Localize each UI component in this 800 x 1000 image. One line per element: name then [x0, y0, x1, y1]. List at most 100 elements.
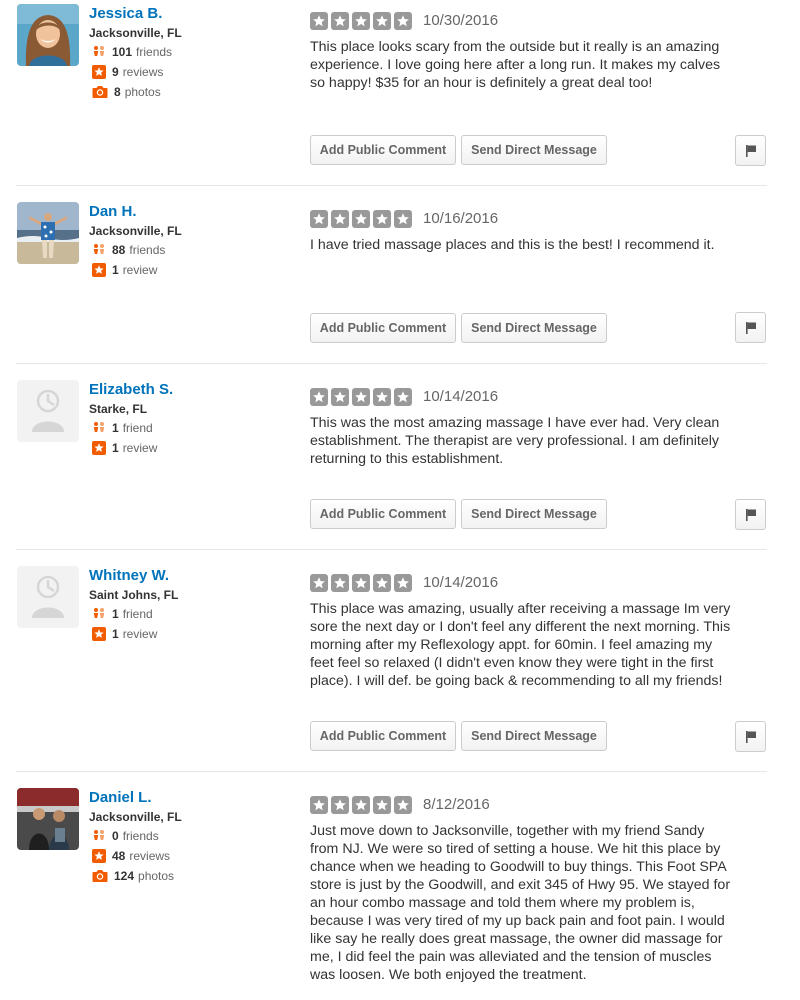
friends-label: friends: [122, 829, 159, 843]
send-direct-message-button[interactable]: Send Direct Message: [461, 135, 607, 165]
add-public-comment-button[interactable]: Add Public Comment: [310, 721, 456, 751]
user-location: Jacksonville, FL: [89, 810, 182, 824]
review-text-line: an hour combo massage and told them wher…: [310, 895, 695, 911]
reviews-count: 9: [112, 65, 119, 79]
star-icon: [373, 12, 391, 30]
review-text-line: sore the next day or I don't feel any di…: [310, 619, 731, 635]
send-direct-message-button[interactable]: Send Direct Message: [461, 313, 607, 343]
review-text-line: I have tried massage places and this is …: [310, 237, 715, 253]
user-location: Jacksonville, FL: [89, 224, 182, 238]
flag-review-button[interactable]: [735, 721, 766, 752]
star-icon: [310, 388, 328, 406]
user-name-link[interactable]: Whitney W.: [89, 567, 169, 584]
reviews-label: reviews: [122, 65, 164, 79]
review-text-line: morning after my Reflexology appt. for 6…: [310, 637, 713, 653]
user-avatar[interactable]: [17, 4, 79, 66]
default-avatar[interactable]: [17, 566, 79, 628]
user-avatar[interactable]: [17, 202, 79, 264]
review-text-line: This was the most amazing massage I have…: [310, 415, 720, 431]
reviews-stat: 1 review: [92, 440, 157, 456]
friends-count: 101: [112, 45, 133, 59]
review-list: Jessica B. Jacksonville, FL 101 friends …: [0, 0, 800, 1000]
star-icon: [352, 12, 370, 30]
review-date: 10/14/2016: [423, 574, 499, 591]
review-date: 10/14/2016: [423, 388, 499, 405]
friends-icon: [92, 421, 106, 435]
star-icon: [310, 796, 328, 814]
reviews-count: 48: [112, 849, 126, 863]
review-text-line: from NJ. We were so tired of setting a h…: [310, 841, 721, 857]
reviews-stat: 48 reviews: [92, 848, 170, 864]
star-icon: [310, 210, 328, 228]
add-public-comment-button[interactable]: Add Public Comment: [310, 499, 456, 529]
review-text-line: so happy! $35 for an hour is definitely …: [310, 75, 653, 91]
user-name-link[interactable]: Jessica B.: [89, 5, 162, 22]
flag-review-button[interactable]: [735, 312, 766, 343]
default-avatar[interactable]: [17, 380, 79, 442]
review-star-icon: [92, 441, 106, 455]
star-icon: [373, 388, 391, 406]
star-rating: [310, 210, 415, 228]
star-icon: [310, 12, 328, 30]
star-icon: [331, 210, 349, 228]
friends-label: friend: [122, 607, 153, 621]
friends-icon: [92, 45, 106, 59]
user-location: Saint Johns, FL: [89, 588, 179, 602]
reviews-count: 1: [112, 627, 119, 641]
review-text-line: was loosen. We both enjoyed the treatmen…: [310, 967, 587, 983]
user-name-link[interactable]: Dan H.: [89, 203, 137, 220]
send-direct-message-button[interactable]: Send Direct Message: [461, 499, 607, 529]
photos-label: photos: [124, 85, 161, 99]
review-text-line: place). I will def. be going back & reco…: [310, 673, 723, 689]
flag-review-button[interactable]: [735, 499, 766, 530]
review-date: 10/30/2016: [423, 12, 499, 29]
add-public-comment-button[interactable]: Add Public Comment: [310, 313, 456, 343]
review-star-icon: [92, 263, 106, 277]
star-rating: [310, 574, 415, 592]
friends-label: friends: [136, 45, 173, 59]
review-text-line: Just move down to Jacksonville, together…: [310, 823, 705, 839]
review-text-line: experience. I love going here after a lo…: [310, 57, 721, 73]
reviews-stat: 1 review: [92, 626, 157, 642]
add-public-comment-button[interactable]: Add Public Comment: [310, 135, 456, 165]
review-star-icon: [92, 849, 106, 863]
review-text-line: store is just by the Goodwill, and exit …: [310, 877, 731, 893]
star-icon: [373, 574, 391, 592]
review-item: Daniel L. Jacksonville, FL 0 friends 48 …: [0, 772, 800, 1000]
review-date: 10/16/2016: [423, 210, 499, 227]
reviews-label: review: [122, 263, 158, 277]
reviews-count: 1: [112, 263, 119, 277]
flag-review-button[interactable]: [735, 135, 766, 166]
star-icon: [331, 796, 349, 814]
review-text: I have tried massage places and this is …: [310, 236, 750, 254]
friends-icon: [92, 829, 106, 843]
review-text: Just move down to Jacksonville, together…: [310, 822, 750, 984]
review-text-line: establishment. The therapist are very pr…: [310, 433, 720, 449]
reviews-label: review: [122, 627, 158, 641]
review-item: Dan H. Jacksonville, FL 88 friends 1 rev…: [0, 186, 800, 363]
star-rating: [310, 796, 415, 814]
friends-stat: 88 friends: [92, 242, 165, 258]
user-name-link[interactable]: Daniel L.: [89, 789, 152, 806]
user-name-link[interactable]: Elizabeth S.: [89, 381, 173, 398]
friends-stat: 1 friend: [92, 420, 153, 436]
review-text-line: This place looks scary from the outside …: [310, 39, 720, 55]
send-direct-message-button[interactable]: Send Direct Message: [461, 721, 607, 751]
review-text-line: like say he really does great massage, t…: [310, 931, 723, 947]
star-icon: [352, 388, 370, 406]
reviews-stat: 1 review: [92, 262, 157, 278]
flag-icon: [744, 730, 758, 744]
review-text-line: This place was amazing, usually after re…: [310, 601, 731, 617]
friends-icon: [92, 607, 106, 621]
star-icon: [394, 388, 412, 406]
friends-icon: [92, 243, 106, 257]
star-icon: [352, 796, 370, 814]
star-rating: [310, 12, 415, 30]
review-star-icon: [92, 65, 106, 79]
star-icon: [352, 574, 370, 592]
star-rating: [310, 388, 415, 406]
friends-count: 1: [112, 607, 119, 621]
star-icon: [373, 210, 391, 228]
photos-stat: 124 photos: [92, 868, 174, 884]
user-avatar[interactable]: [17, 788, 79, 850]
